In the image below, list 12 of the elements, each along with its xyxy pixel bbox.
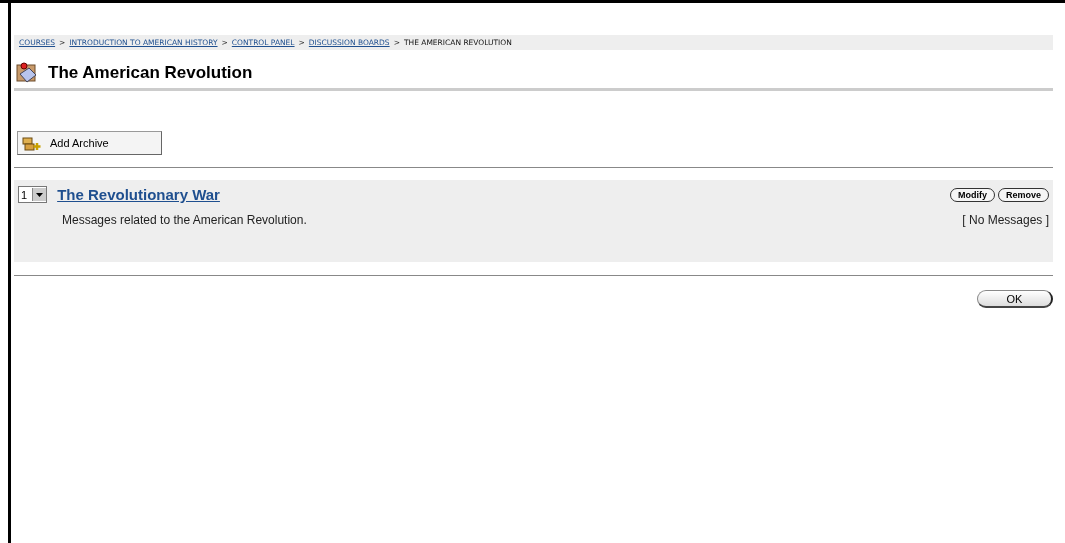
board-icon (16, 62, 38, 84)
forum-description: Messages related to the American Revolution. (61, 213, 307, 227)
ok-button[interactable]: OK (977, 290, 1053, 308)
caret-icon (36, 192, 44, 197)
order-select[interactable]: 1 (18, 186, 48, 203)
page-title: The American Revolution (48, 63, 253, 83)
message-count: [ No Messages ] (962, 213, 1049, 227)
action-button[interactable]: Remove (998, 187, 1049, 202)
boxes-plus-icon (22, 135, 42, 151)
forum-link[interactable]: The Revolutionary War (57, 186, 220, 203)
add-archive-button[interactable]: Add Archive (17, 131, 162, 155)
action-button[interactable]: Modify (950, 187, 995, 202)
